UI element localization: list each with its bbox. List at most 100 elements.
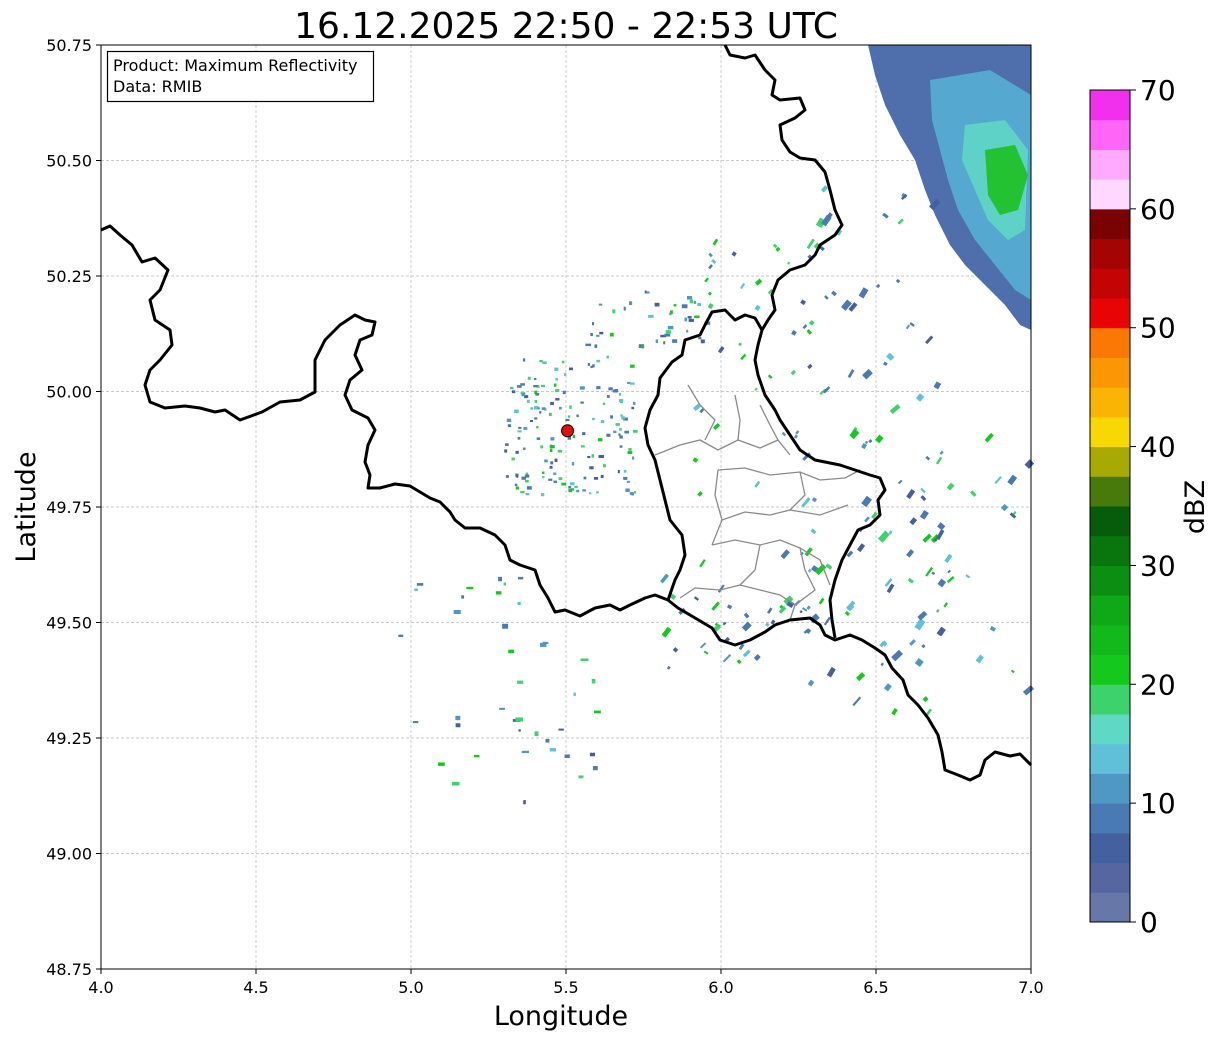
- colorbar-segment: [1090, 179, 1130, 210]
- echo-pixel: [508, 649, 515, 654]
- echo-pixel: [689, 299, 694, 304]
- x-tick-label: 4.0: [88, 978, 113, 997]
- colorbar-segment: [1090, 743, 1130, 774]
- y-tick-label: 49.00: [46, 845, 92, 864]
- echo-pixel: [557, 449, 563, 453]
- echo-pixel: [596, 386, 601, 390]
- echo-pixel: [542, 476, 545, 479]
- echo-pixel: [606, 395, 610, 398]
- echo-pixel: [617, 469, 620, 474]
- echo-pixel: [473, 754, 480, 758]
- colorbar-segment: [1090, 268, 1130, 299]
- echo-pixel: [626, 480, 630, 483]
- colorbar-segment: [1090, 327, 1130, 358]
- colorbar-tick-label: 10: [1140, 787, 1176, 820]
- echo-pixel: [455, 715, 461, 721]
- echo-pixel: [555, 398, 560, 401]
- colorbar-segment: [1090, 357, 1130, 388]
- echo-pixel: [600, 474, 604, 479]
- x-tick-label: 5.0: [398, 978, 423, 997]
- colorbar-segment: [1090, 149, 1130, 180]
- echo-pixel: [591, 322, 595, 326]
- echo-pixel: [515, 486, 519, 490]
- echo-pixel: [590, 333, 593, 337]
- colorbar-segment: [1090, 119, 1130, 150]
- echo-pixel: [576, 414, 579, 418]
- echo-pixel: [525, 480, 529, 483]
- echo-pixel: [624, 430, 629, 434]
- echo-pixel: [461, 595, 465, 599]
- echo-pixel: [669, 312, 672, 316]
- echo-pixel: [503, 582, 506, 586]
- echo-pixel: [623, 306, 626, 311]
- echo-pixel: [567, 415, 571, 418]
- echo-pixel: [598, 455, 604, 458]
- echo-pixel: [606, 355, 609, 359]
- colorbar-segment: [1090, 535, 1130, 566]
- echo-pixel: [582, 432, 586, 436]
- colorbar-segment: [1090, 208, 1130, 240]
- x-axis-ticks: 4.0 4.5 5.0 5.5 6.0 6.5 7.0: [88, 969, 1044, 997]
- echo-pixel: [561, 360, 565, 364]
- echo-pixel: [539, 360, 543, 363]
- echo-pixel: [533, 385, 538, 388]
- echo-pixel: [544, 459, 548, 463]
- echo-pixel: [499, 707, 506, 710]
- echo-pixel: [554, 458, 558, 462]
- echo-pixel: [619, 445, 623, 448]
- echo-pixel: [627, 451, 633, 455]
- colorbar-segments: [1090, 90, 1130, 923]
- echo-pixel: [580, 401, 584, 404]
- echo-pixel: [530, 407, 533, 410]
- echo-pixel: [517, 680, 524, 684]
- echo-pixel: [687, 316, 692, 319]
- echo-pixel: [620, 414, 623, 417]
- echo-pixel: [591, 678, 596, 684]
- echo-pixel: [629, 382, 635, 385]
- echo-pixel: [582, 489, 587, 492]
- echo-pixel: [541, 384, 546, 387]
- echo-pixel: [523, 427, 528, 430]
- echo-pixel: [548, 412, 552, 417]
- echo-pixel: [596, 491, 599, 494]
- echo-pixel: [525, 493, 530, 496]
- echo-pixel: [686, 329, 689, 333]
- echo-pixel: [534, 400, 538, 403]
- echo-pixel: [506, 418, 512, 422]
- echo-pixel: [554, 367, 559, 371]
- echo-pixel: [587, 362, 591, 366]
- echo-pixel: [498, 576, 503, 582]
- echo-pixel: [524, 474, 530, 478]
- echo-pixel: [634, 491, 637, 494]
- echo-pixel: [514, 483, 518, 487]
- echo-pixel: [550, 461, 554, 465]
- echo-pixel: [549, 445, 555, 449]
- echo-pixel: [541, 407, 546, 411]
- echo-pixel: [554, 389, 560, 392]
- echo-pixel: [623, 476, 628, 480]
- echo-pixel: [598, 303, 603, 306]
- echo-pixel: [665, 330, 671, 334]
- colorbar-segment: [1090, 238, 1130, 269]
- echo-pixel: [618, 433, 621, 436]
- echo-pixel: [514, 409, 519, 413]
- x-tick-label: 6.5: [863, 978, 888, 997]
- echo-pixel: [563, 373, 567, 376]
- echo-pixel: [589, 492, 592, 495]
- echo-pixel: [593, 477, 599, 480]
- echo-pixel: [517, 602, 521, 605]
- echo-pixel: [398, 634, 404, 637]
- echo-pixel: [664, 333, 671, 337]
- map-area: Product: Maximum Reflectivity Data: RMIB: [100, 44, 1035, 970]
- echo-pixel: [694, 315, 700, 319]
- y-tick-label: 48.75: [46, 960, 92, 979]
- echo-pixel: [562, 390, 566, 395]
- echo-pixel: [511, 390, 516, 394]
- echo-pixel: [574, 485, 578, 489]
- echo-pixel: [569, 405, 572, 409]
- echo-pixel: [572, 434, 576, 439]
- echo-pixel: [667, 325, 674, 330]
- echo-pixel: [521, 392, 526, 397]
- colorbar-segment: [1090, 90, 1130, 121]
- colorbar-segment: [1090, 565, 1130, 596]
